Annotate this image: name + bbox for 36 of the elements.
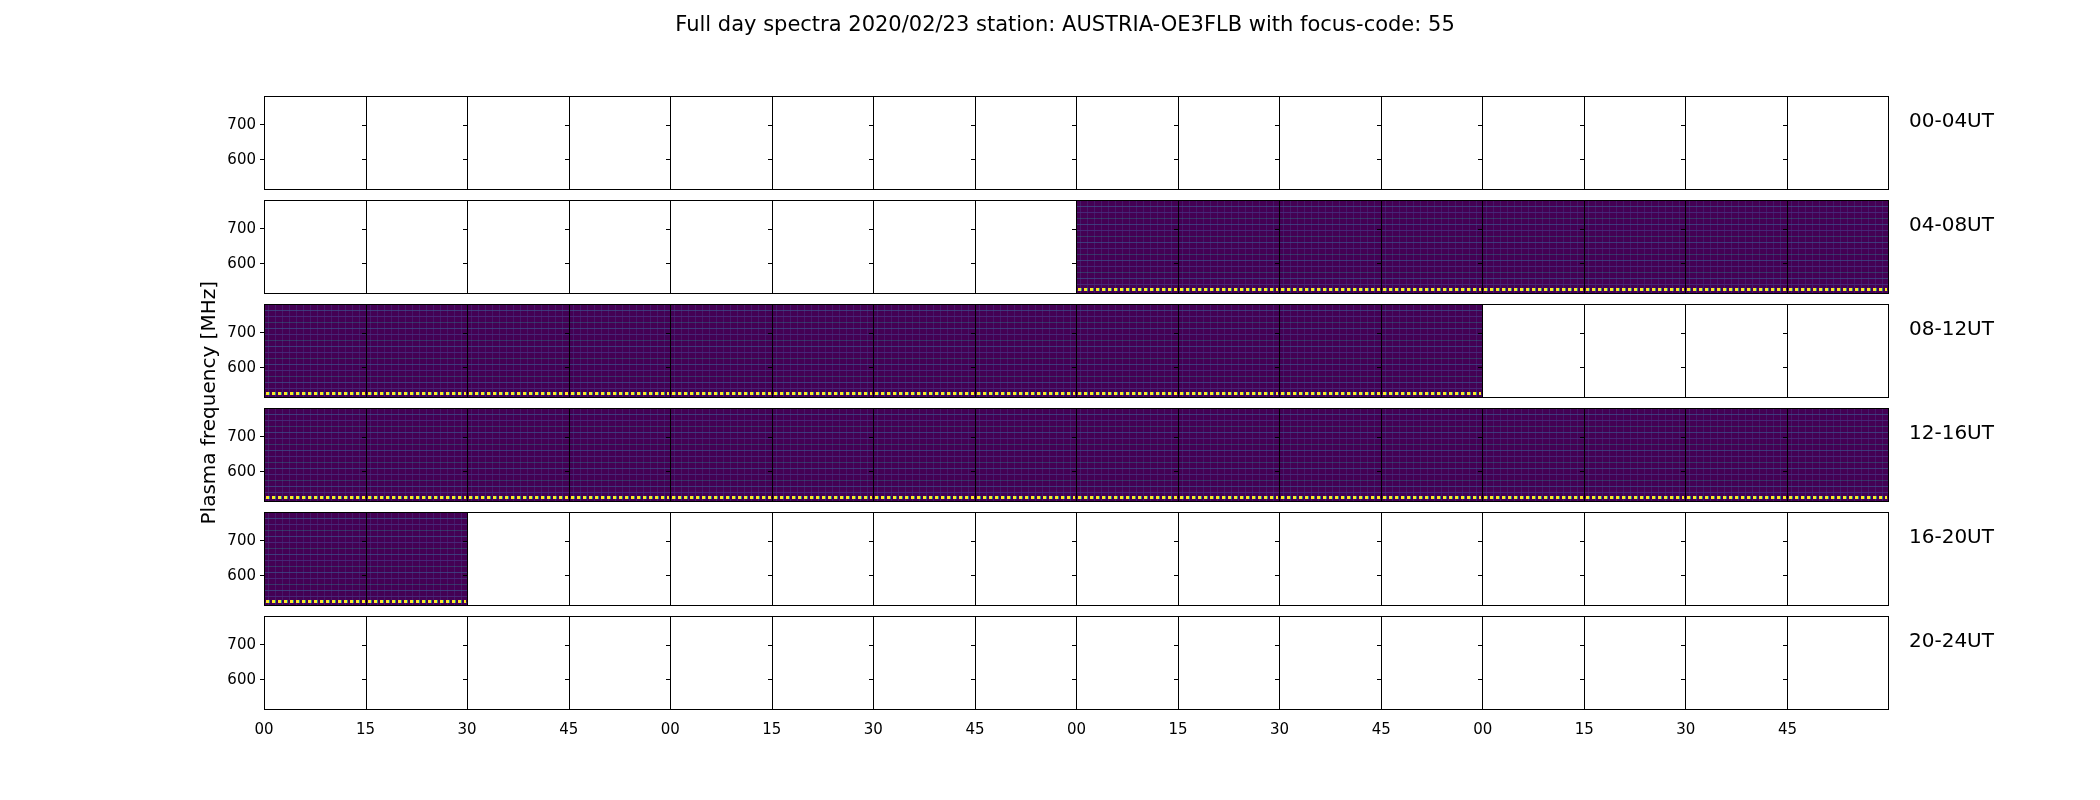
x-tick-label: 00 <box>1066 720 1087 738</box>
x-tick-label: 30 <box>1270 720 1290 738</box>
time-range-label: 08-12UT <box>1908 315 1994 342</box>
y-tick-label: 700 <box>227 636 256 653</box>
time-range-label: 20-24UT <box>1908 627 1994 654</box>
x-tick-label: 00 <box>1473 720 1493 738</box>
time-range-label: 04-08UT <box>1908 211 1994 238</box>
x-tick-label: 15 <box>762 720 782 738</box>
x-tick-label: 30 <box>457 720 477 738</box>
x-tick-label: 45 <box>559 720 579 738</box>
y-axis-label: Plasma frequency [MHz] <box>196 281 220 525</box>
chart-title: Full day spectra 2020/02/23 station: AUSTRIA-OE3FLB with focus-code: 55 <box>674 11 1455 38</box>
x-tick-label: 15 <box>356 720 376 738</box>
x-tick-label: 15 <box>1574 720 1594 738</box>
y-tick-label: 700 <box>227 324 256 341</box>
y-tick-label: 700 <box>227 428 256 445</box>
x-tick-label: 00 <box>254 720 274 738</box>
y-tick-label: 600 <box>227 358 256 375</box>
time-range-label: 00-04UT <box>1908 107 1994 134</box>
y-tick-label: 600 <box>227 150 256 167</box>
x-tick-label: 45 <box>1777 720 1797 738</box>
x-tick-label: 00 <box>660 720 680 738</box>
time-range-label: 12-16UT <box>1908 419 1994 446</box>
x-tick-label: 15 <box>1168 720 1188 738</box>
y-tick-label: 600 <box>227 670 256 687</box>
x-tick-label: 30 <box>863 720 883 738</box>
time-range-label: 16-20UT <box>1908 523 1994 550</box>
y-tick-label: 700 <box>227 220 256 237</box>
y-tick-label: 700 <box>227 116 256 133</box>
x-tick-label: 45 <box>1371 720 1391 738</box>
y-tick-label: 600 <box>227 462 256 479</box>
x-tick-label: 45 <box>965 720 985 738</box>
x-tick-label: 30 <box>1676 720 1696 738</box>
y-tick-label: 600 <box>227 254 256 271</box>
y-tick-label: 700 <box>227 532 256 549</box>
y-tick-label: 600 <box>227 566 256 583</box>
